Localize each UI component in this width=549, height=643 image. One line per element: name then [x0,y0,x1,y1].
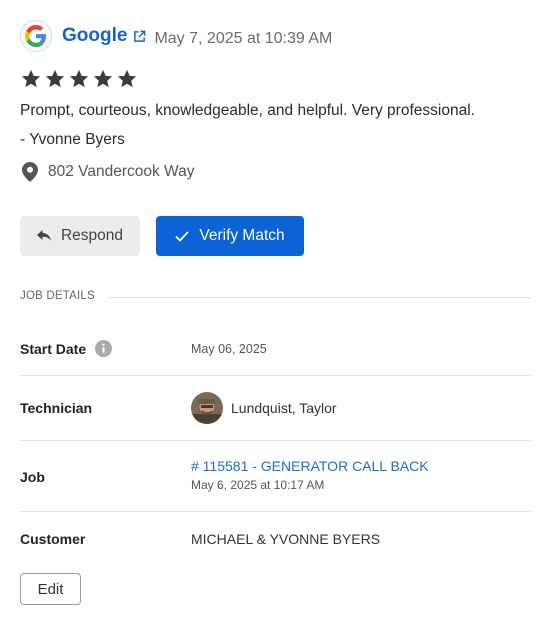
verify-match-button[interactable]: Verify Match [156,216,304,256]
star-icon [68,68,90,90]
verify-match-label: Verify Match [199,227,285,244]
review-source-link[interactable]: Google [62,25,146,47]
review-location: 802 Vandercook Way [22,162,194,182]
technician-name: Lundquist, Taylor [231,400,337,416]
info-icon[interactable] [95,340,113,357]
reviewer-name: - Yvonne Byers [20,131,125,148]
job-row: Job # 115581 - GENERATOR CALL BACK May 6… [20,441,531,512]
job-value: # 115581 - GENERATOR CALL BACK May 6, 20… [191,458,429,492]
customer-label: Customer [20,531,86,547]
star-icon [116,68,138,90]
start-date-label-text: Start Date [20,340,87,357]
customer-value: MICHAEL & YVONNE BYERS [191,531,381,547]
technician-row: Technician Lundquist, Taylor [20,376,531,441]
check-icon [175,230,190,242]
review-header: Google May 7, 2025 at 10:39 AM [20,18,332,54]
external-link-icon [133,30,146,43]
job-label: Job [20,469,45,485]
review-source-label: Google [62,25,128,46]
location-address: 802 Vandercook Way [48,163,195,180]
start-date-label: Start Date [20,340,113,357]
star-icon [44,68,66,90]
reply-icon [36,230,51,242]
section-divider [108,297,531,298]
job-details-heading: JOB DETAILS [20,290,95,302]
customer-row: Customer MICHAEL & YVONNE BYERS [20,512,531,562]
start-date-row: Start Date May 06, 2025 [20,322,531,376]
technician-value: Lundquist, Taylor [191,392,337,424]
start-date-value: May 06, 2025 [191,342,267,356]
star-icon [20,68,42,90]
technician-label: Technician [20,400,93,416]
respond-button[interactable]: Respond [20,216,140,256]
star-icon [92,68,114,90]
job-link[interactable]: # 115581 - GENERATOR CALL BACK [191,458,429,474]
map-pin-icon [22,162,40,182]
job-date: May 6, 2025 at 10:17 AM [191,478,325,492]
respond-label: Respond [60,227,124,244]
review-date: May 7, 2025 at 10:39 AM [154,30,333,47]
google-logo-icon [20,20,52,52]
rating-stars [20,68,138,90]
edit-button[interactable]: Edit [20,573,81,605]
technician-avatar [191,392,223,424]
review-text: Prompt, courteous, knowledgeable, and he… [20,102,475,119]
